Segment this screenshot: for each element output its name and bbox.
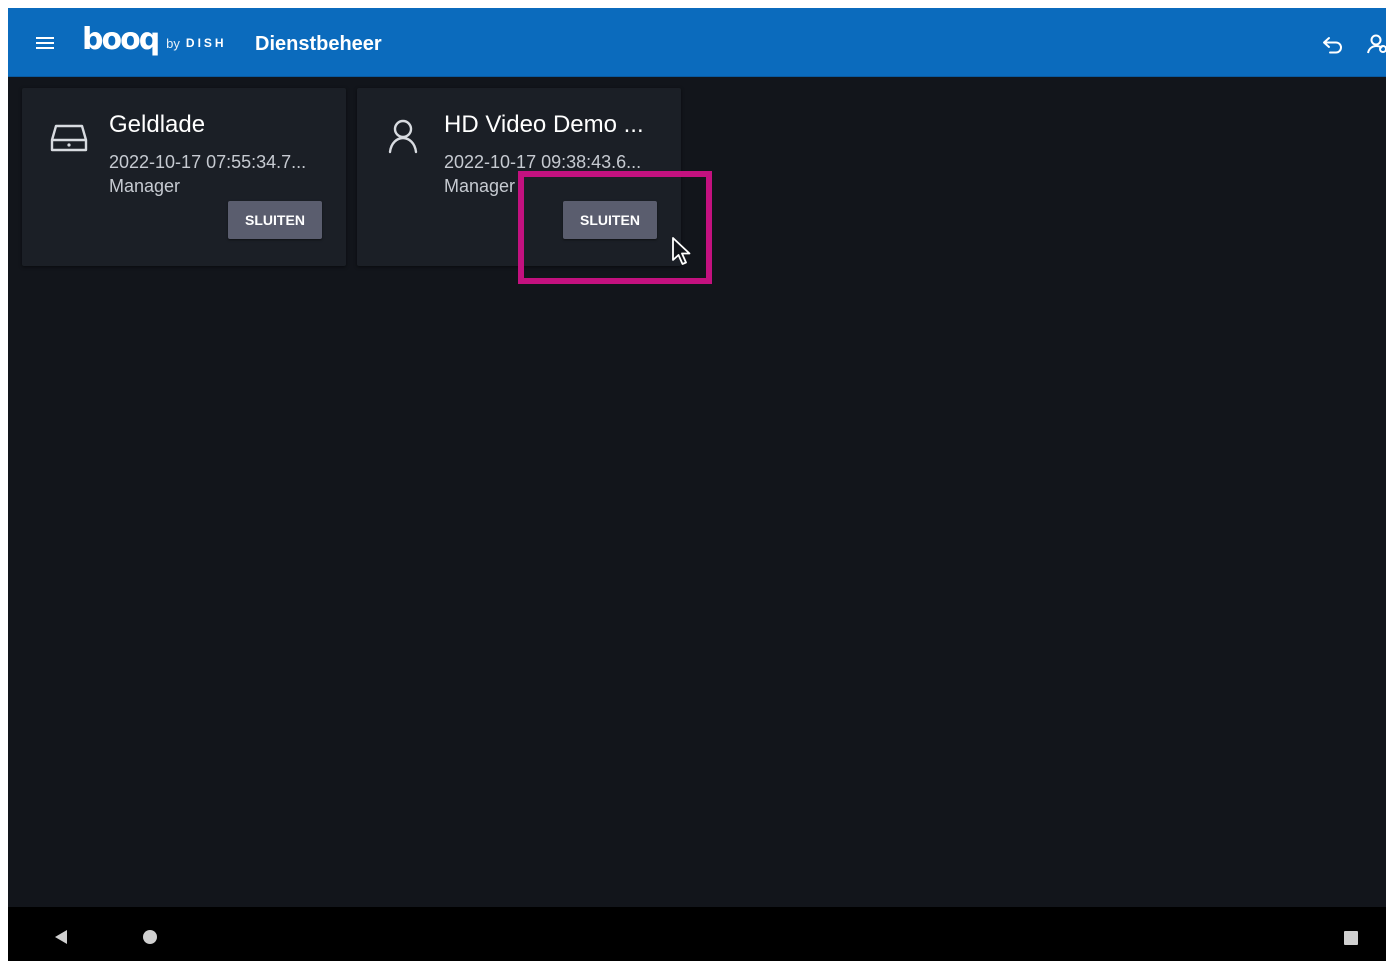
logo-word: booq	[82, 22, 160, 57]
logo-by: by	[166, 35, 180, 51]
card-role: Manager	[444, 176, 516, 196]
page-title: Dienstbeheer	[255, 33, 382, 55]
logo-dish: DISH	[185, 36, 227, 50]
menu-icon[interactable]	[36, 37, 54, 49]
close-session-button[interactable]: SLUITEN	[563, 201, 657, 239]
session-card-geldlade: Geldlade 2022-10-17 07:55:34.7... Manage…	[22, 88, 346, 266]
mouse-cursor-icon	[672, 237, 691, 265]
undo-arrow-icon[interactable]	[1321, 33, 1345, 55]
card-title: HD Video Demo ...	[444, 111, 644, 138]
cash-drawer-icon	[50, 124, 88, 152]
session-card-hd-video-demo: HD Video Demo ... 2022-10-17 09:38:43.6.…	[357, 88, 681, 266]
person-icon	[388, 119, 418, 154]
card-date: 2022-10-17 07:55:34.7...	[109, 152, 307, 172]
close-session-button[interactable]: SLUITEN	[228, 201, 322, 239]
app-bar: booq by DISH Dienstbeheer	[8, 8, 1386, 77]
system-nav-bar	[8, 907, 1386, 961]
user-settings-icon[interactable]	[1366, 33, 1386, 55]
card-title: Geldlade	[109, 111, 206, 138]
booq-logo: booq by DISH	[82, 22, 227, 60]
card-date: 2022-10-17 09:38:43.6...	[444, 152, 642, 172]
back-triangle-icon[interactable]	[53, 929, 69, 945]
app-screen: booq by DISH Dienstbeheer Geldlade 2022-…	[8, 8, 1386, 961]
recents-square-icon[interactable]	[1343, 930, 1359, 946]
card-role: Manager	[109, 176, 181, 196]
home-circle-icon[interactable]	[142, 929, 158, 945]
